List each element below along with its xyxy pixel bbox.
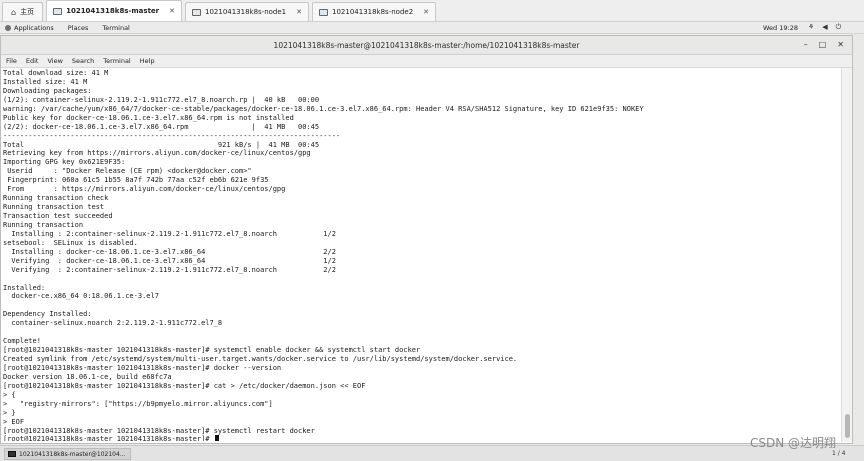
close-icon[interactable]: ✕ — [423, 8, 429, 16]
terminal-icon — [8, 451, 16, 457]
terminal-line: Verifying : 2:container-selinux-2.119.2-… — [3, 265, 336, 274]
terminal-line: > "registry-mirrors": ["https://b9pmyelo… — [3, 399, 273, 408]
terminal-line: From : https://mirrors.aliyun.com/docker… — [3, 185, 286, 194]
terminal-line: Installing : 2:container-selinux-2.119.2… — [3, 229, 336, 238]
terminal-line: Running transaction — [3, 220, 84, 229]
home-icon: ⌂ — [11, 7, 17, 17]
applications-icon — [5, 24, 11, 31]
volume-icon: ◀ — [822, 23, 828, 31]
terminal-line: Public key for docker-ce-18.06.1.ce-3.el… — [3, 113, 294, 122]
terminal-line: [root@1021041318k8s-master 1021041318k8s… — [3, 381, 366, 390]
terminal-line: [root@1021041318k8s-master 1021041318k8s… — [3, 426, 315, 435]
terminal-menubar: File Edit View Search Terminal Help — [1, 55, 852, 68]
applications-label: Applications — [14, 23, 54, 32]
tab-k8s-master[interactable]: 1021041318k8s-master ✕ — [46, 0, 182, 21]
scrollbar-thumb[interactable] — [845, 414, 850, 438]
window-controls: – □ ✕ — [804, 40, 844, 49]
terminal-line: Importing GPG key 0x621E9F35: — [3, 158, 126, 167]
tab-k8s-node2[interactable]: 1021041318k8s-node2 ✕ — [312, 2, 437, 21]
terminal-line: Total 921 kB/s | 41 MB 00:45 — [3, 140, 320, 149]
terminal-app-menu[interactable]: Terminal — [102, 24, 129, 32]
terminal-line: Verifying : docker-ce-18.06.1.ce-3.el7.x… — [3, 256, 336, 265]
terminal-line: Transaction test succeeded — [3, 212, 113, 220]
terminal-line: [root@1021041318k8s-master 1021041318k8s… — [3, 435, 839, 441]
close-icon[interactable]: ✕ — [296, 8, 302, 16]
terminal-line: Running transaction check — [3, 194, 109, 203]
vm-icon — [53, 7, 63, 15]
close-icon[interactable]: ✕ — [169, 7, 175, 15]
terminal-cursor — [214, 435, 219, 441]
taskbar-item-label: 1021041318k8s-master@102104... — [19, 450, 126, 458]
menu-view[interactable]: View — [47, 57, 62, 65]
terminal-body[interactable]: Total download size: 41 M Installed size:… — [1, 68, 852, 442]
terminal-line: Docker version 18.06.1-ce, build e68fc7a — [3, 372, 172, 381]
terminal-line: [root@1021041318k8s-master 1021041318k8s… — [3, 346, 421, 355]
system-tray[interactable]: ⚘ ◀ ⏻ — [808, 23, 841, 32]
tab-k8s-node2-label: 1021041318k8s-node2 — [332, 8, 414, 16]
menu-edit[interactable]: Edit — [26, 57, 39, 65]
workspace-indicator[interactable]: 1 / 4 — [832, 450, 845, 457]
power-icon: ⏻ — [835, 23, 842, 31]
terminal-line: docker-ce.x86_64 0:18.06.1.ce-3.el7 — [3, 292, 159, 301]
close-icon[interactable]: ✕ — [837, 40, 844, 49]
terminal-line: (2/2): docker-ce-18.06.1.ce-3.el7.x86_64… — [3, 122, 320, 131]
terminal-output[interactable]: Total download size: 41 M Installed size:… — [3, 69, 839, 441]
tab-k8s-node1-label: 1021041318k8s-node1 — [205, 8, 287, 16]
terminal-line: Downloading packages: — [3, 86, 92, 95]
vm-icon — [192, 8, 201, 16]
terminal-line: Running transaction test — [3, 203, 105, 212]
menu-search[interactable]: Search — [72, 57, 94, 65]
minimize-icon[interactable]: – — [804, 40, 808, 49]
terminal-line: Created symlink from /etc/systemd/system… — [3, 355, 518, 363]
maximize-icon[interactable]: □ — [819, 40, 827, 49]
terminal-window: 1021041318k8s-master@1021041318k8s-maste… — [0, 35, 853, 444]
menu-terminal[interactable]: Terminal — [103, 57, 130, 65]
terminal-line: (1/2): container-selinux-2.119.2-1.911c7… — [3, 95, 320, 104]
terminal-line: > } — [3, 408, 16, 417]
places-menu[interactable]: Places — [68, 24, 89, 32]
watermark: CSDN @达明翔 — [750, 436, 837, 450]
terminal-line: Total download size: 41 M — [3, 69, 109, 77]
tab-home-label: 主页 — [20, 8, 35, 16]
menu-file[interactable]: File — [6, 57, 17, 65]
terminal-line: warning: /var/cache/yum/x86_64/7/docker-… — [3, 104, 644, 113]
vm-icon — [319, 8, 329, 16]
terminal-line: setsebool: SELinux is disabled. — [3, 238, 138, 247]
terminal-line: > { — [3, 390, 16, 399]
scrollbar[interactable] — [841, 68, 852, 442]
terminal-line: Fingerprint: 060a 61c5 1b55 8a7f 742b 77… — [3, 176, 269, 185]
taskbar-item-terminal[interactable]: 1021041318k8s-master@102104... — [4, 448, 131, 460]
tab-k8s-master-label: 1021041318k8s-master — [66, 7, 160, 15]
applications-menu[interactable]: Applications — [0, 24, 54, 32]
terminal-line: Installed: — [3, 283, 46, 292]
terminal-line: Complete! — [3, 337, 41, 346]
terminal-line: Userid : "Docker Release (CE rpm) <docke… — [3, 167, 252, 176]
terminal-line: container-selinux.noarch 2:2.119.2-1.911… — [3, 319, 223, 328]
terminal-line: [root@1021041318k8s-master 1021041318k8s… — [3, 363, 282, 372]
vm-tab-strip: ⌂ 主页 1021041318k8s-master ✕ 1021041318k8… — [0, 0, 864, 22]
menu-help[interactable]: Help — [140, 57, 155, 65]
terminal-line: > EOF — [3, 417, 25, 426]
gnome-top-bar: Applications Places Terminal Wed 19:28 ⚘… — [0, 22, 864, 34]
clock[interactable]: Wed 19:28 — [763, 24, 798, 32]
taskbar: 1021041318k8s-master@102104... 1 / 4 — [0, 445, 864, 461]
window-title: 1021041318k8s-master@1021041318k8s-maste… — [273, 40, 580, 50]
terminal-line: Dependency Installed: — [3, 310, 92, 319]
tab-k8s-node1[interactable]: 1021041318k8s-node1 ✕ — [185, 2, 310, 21]
terminal-line: Retrieving key from https://mirrors.aliy… — [3, 149, 311, 158]
network-icon: ⚘ — [808, 23, 815, 31]
terminal-line: ----------------------------------------… — [3, 131, 341, 140]
terminal-line: Installing : docker-ce-18.06.1.ce-3.el7.… — [3, 247, 336, 256]
tab-home[interactable]: ⌂ 主页 — [2, 2, 44, 21]
window-titlebar[interactable]: 1021041318k8s-master@1021041318k8s-maste… — [1, 36, 852, 55]
terminal-line: Installed size: 41 M — [3, 77, 88, 86]
